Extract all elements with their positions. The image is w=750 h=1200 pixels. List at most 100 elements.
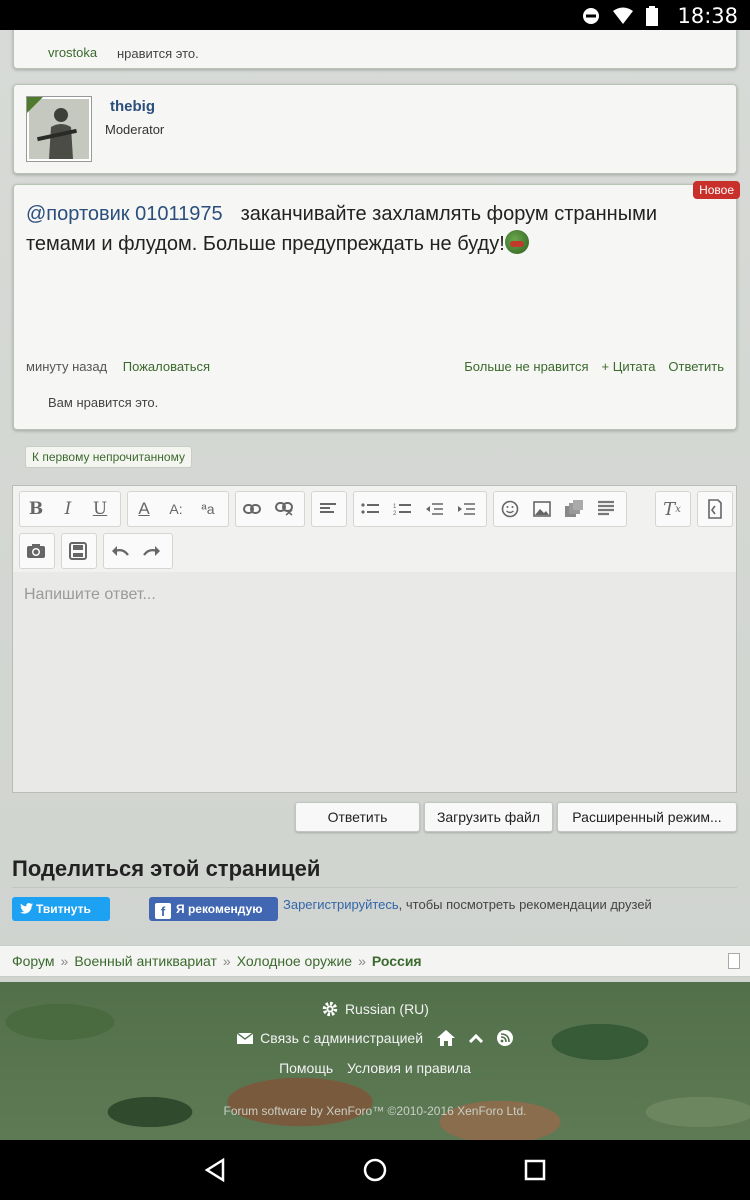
footer-links: Связь с администрацией	[0, 1030, 750, 1046]
svg-text:2: 2	[393, 511, 397, 516]
register-link[interactable]: Зарегистрируйтесь	[283, 897, 399, 912]
history-group	[103, 533, 173, 569]
dnd-icon	[583, 8, 599, 24]
insert-more-icon[interactable]	[590, 492, 622, 526]
contact-link[interactable]: Связь с администрацией	[260, 1030, 423, 1046]
status-icons	[582, 6, 658, 26]
post-time[interactable]: минуту назад	[26, 359, 107, 374]
facebook-like-button[interactable]: f Я рекомендую	[149, 897, 278, 921]
breadcrumb-current[interactable]: Россия	[372, 953, 422, 969]
facebook-register-text: Зарегистрируйтесь, чтобы посмотреть реко…	[283, 896, 653, 914]
media-icon[interactable]	[558, 492, 590, 526]
rss-icon[interactable]	[496, 1030, 513, 1046]
italic-icon[interactable]: I	[52, 492, 84, 526]
report-link[interactable]: Пожаловаться	[123, 359, 210, 374]
breadcrumb-item[interactable]: Форум	[12, 953, 55, 969]
reply-textarea[interactable]: Напишите ответ...	[13, 572, 736, 792]
language-chooser[interactable]: Russian (RU)	[0, 1000, 750, 1018]
unlink-icon[interactable]	[268, 492, 300, 526]
link-icon[interactable]	[236, 492, 268, 526]
font-color-icon[interactable]: A	[128, 492, 160, 526]
copyright[interactable]: Forum software by XenForo™ ©2010-2016 Xe…	[0, 1104, 750, 1118]
share-divider	[12, 887, 737, 888]
post-message: @портовик 01011975 заканчивайте захламлят…	[26, 199, 706, 259]
reply-placeholder: Напишите ответ...	[24, 586, 156, 603]
first-unread-button[interactable]: К первому непрочитанному	[25, 446, 192, 468]
advanced-mode-button[interactable]: Расширенный режим...	[557, 802, 737, 832]
battery-icon	[646, 6, 658, 26]
author-box: thebig Moderator	[13, 84, 737, 174]
post-actions: Больше не нравится + Цитата Ответить	[464, 359, 724, 374]
tweet-label: Твитнуть	[36, 902, 91, 916]
post: Новое @портовик 01011975 заканчивайте зах…	[13, 181, 740, 430]
reply-link[interactable]: Ответить	[668, 359, 724, 374]
mail-icon	[236, 1032, 254, 1044]
font-family-icon[interactable]: ªa	[192, 492, 224, 526]
likes-summary: Вам нравится это.	[48, 395, 159, 410]
breadcrumb: Форум» Военный антиквариат» Холодное оружи…	[0, 945, 750, 977]
breadcrumb-item[interactable]: Холодное оружие	[237, 953, 352, 969]
gear-icon	[322, 1001, 338, 1017]
underline-icon[interactable]: U	[84, 492, 116, 526]
breadcrumb-item[interactable]: Военный антиквариат	[74, 953, 217, 969]
facebook-like-label: Я рекомендую	[176, 902, 263, 916]
image-icon[interactable]	[526, 492, 558, 526]
clear-format-group: Tx	[655, 491, 691, 527]
camera-group	[19, 533, 55, 569]
text-style-group: A A: ªa	[127, 491, 229, 527]
camera-icon[interactable]	[20, 534, 52, 568]
editor-toolbar: B I U A A: ªa 1 2 T x	[13, 486, 736, 572]
clock: 18:38	[677, 4, 738, 28]
status-bar: 18:38	[0, 0, 750, 30]
footer-links-2: Помощь Условия и правила	[0, 1060, 750, 1076]
save-draft-icon[interactable]	[62, 534, 94, 568]
liker-link[interactable]: vrostoka	[48, 45, 97, 60]
home-nav-icon[interactable]	[363, 1158, 387, 1182]
bold-icon[interactable]: B	[20, 492, 52, 526]
link-group	[235, 491, 305, 527]
numbered-list-icon[interactable]: 12	[386, 492, 418, 526]
language-label: Russian (RU)	[344, 1001, 429, 1017]
page-icon[interactable]	[728, 953, 740, 969]
back-icon[interactable]	[203, 1158, 227, 1182]
post-meta: минуту назад Пожаловаться	[26, 359, 210, 374]
new-badge: Новое	[693, 181, 740, 199]
undo-icon[interactable]	[104, 534, 136, 568]
upload-file-button[interactable]: Загрузить файл	[424, 802, 553, 832]
save-draft-group	[61, 533, 97, 569]
smiley-icon	[504, 230, 529, 254]
footer: Russian (RU) Связь с администрацией Помо…	[0, 982, 750, 1140]
bullet-list-icon[interactable]	[354, 492, 386, 526]
terms-link[interactable]: Условия и правила	[347, 1060, 471, 1076]
align-icon[interactable]	[312, 492, 344, 526]
svg-text:1: 1	[393, 504, 397, 510]
format-group: B I U	[19, 491, 121, 527]
recents-icon[interactable]	[523, 1158, 547, 1182]
unlike-link[interactable]: Больше не нравится	[464, 359, 588, 374]
previous-post: vrostoka нравится это.	[13, 30, 737, 69]
tweet-button[interactable]: Твитнуть	[12, 897, 110, 921]
outdent-icon[interactable]	[418, 492, 450, 526]
bbcode-group	[697, 491, 733, 527]
mention-link[interactable]: @портовик 01011975	[26, 203, 223, 225]
avatar[interactable]	[26, 96, 92, 162]
remove-format-icon[interactable]: Tx	[656, 492, 688, 526]
font-size-icon[interactable]: A:	[160, 492, 192, 526]
indent-icon[interactable]	[450, 492, 482, 526]
help-link[interactable]: Помощь	[279, 1060, 333, 1076]
home-icon[interactable]	[436, 1030, 455, 1046]
reply-button[interactable]: Ответить	[295, 802, 420, 832]
scroll-top-icon[interactable]	[468, 1033, 483, 1044]
twitter-icon	[20, 903, 33, 914]
author-name[interactable]: thebig	[110, 98, 155, 115]
register-rest: , чтобы посмотреть рекомендации друзей	[398, 897, 652, 912]
share-title: Поделиться этой страницей	[12, 856, 321, 881]
toggle-bbcode-icon[interactable]	[698, 492, 730, 526]
insert-group	[493, 491, 627, 527]
redo-icon[interactable]	[136, 534, 168, 568]
list-group: 12	[353, 491, 487, 527]
smilies-icon[interactable]	[494, 492, 526, 526]
align-group	[311, 491, 347, 527]
quote-link[interactable]: + Цитата	[602, 359, 656, 374]
likes-summary: нравится это.	[117, 46, 199, 61]
